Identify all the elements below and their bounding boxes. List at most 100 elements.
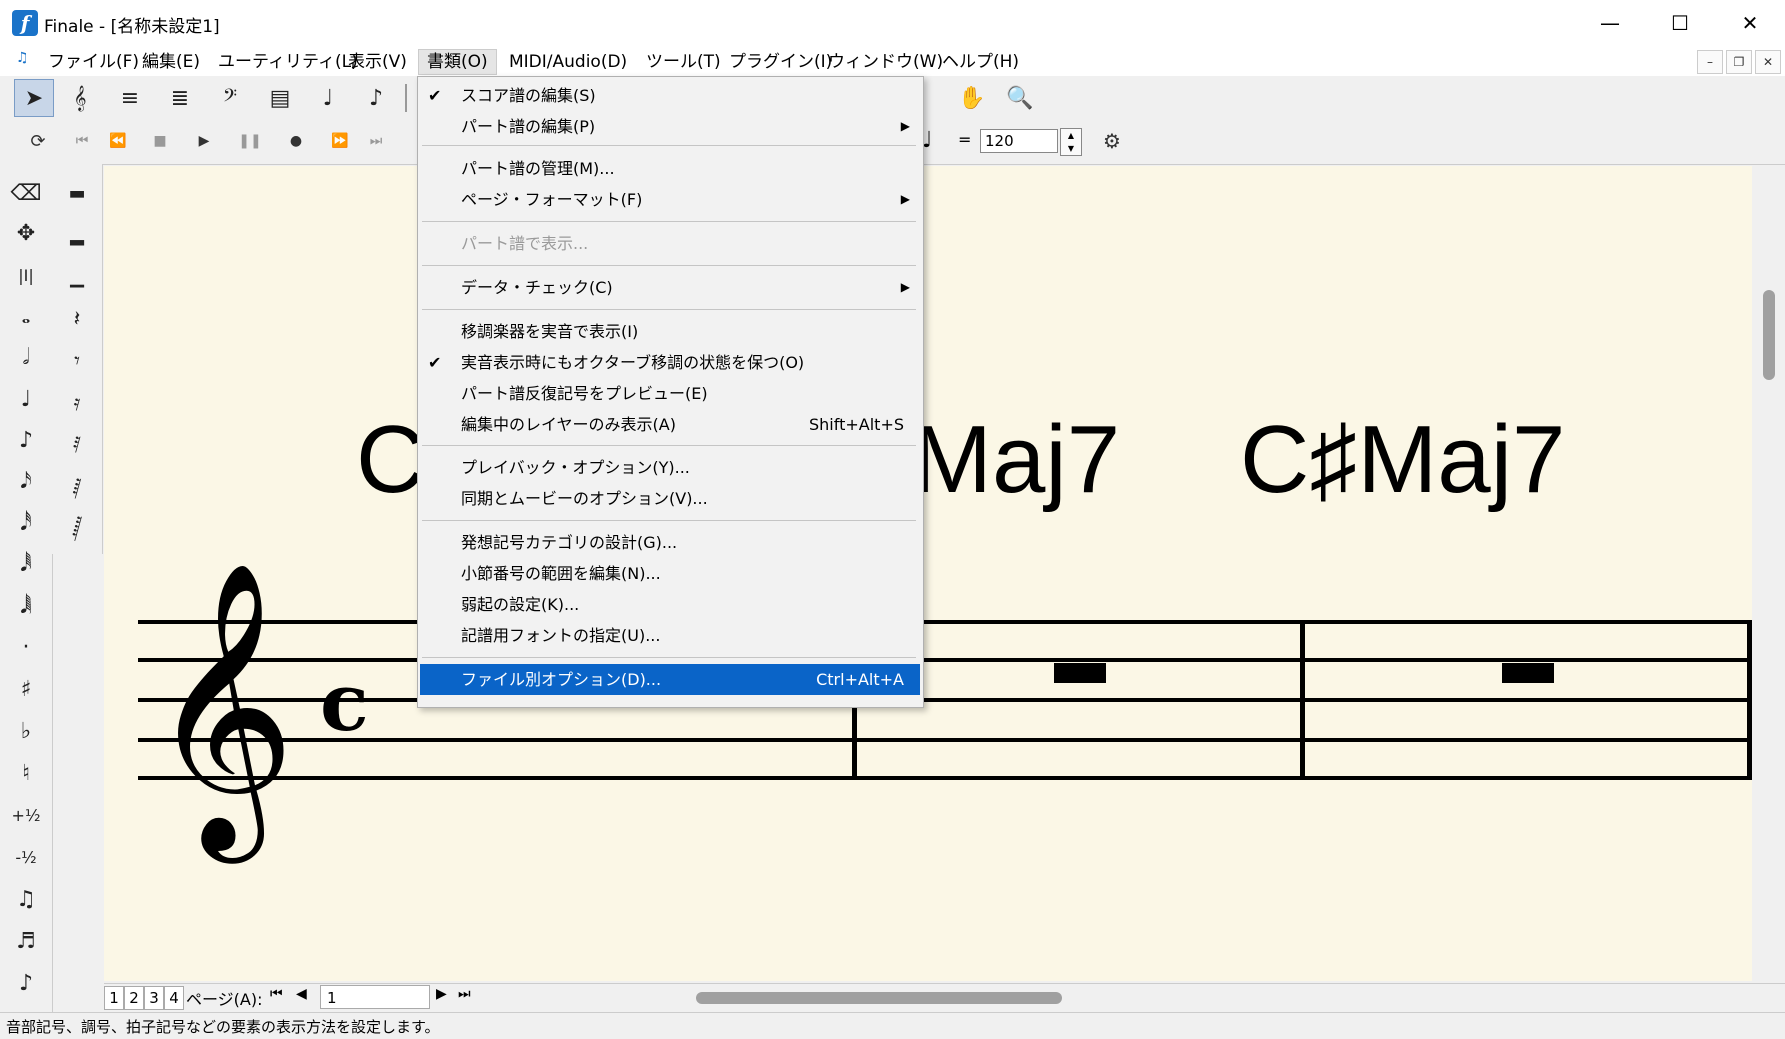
flat-icon[interactable]: ♭ <box>4 712 48 750</box>
64th-note-icon[interactable]: 𝅘𝅥𝅱 <box>4 545 48 583</box>
hand-grabber-tool-icon[interactable]: ✋ <box>952 79 992 117</box>
tempo-spinner[interactable]: ▲ ▼ <box>1060 128 1082 156</box>
dot-icon[interactable]: · <box>4 628 48 666</box>
menu-item-document-options[interactable]: ファイル別オプション(D)... Ctrl+Alt+A <box>420 664 920 695</box>
simple-entry-tool-icon[interactable]: ♩ <box>308 79 348 117</box>
menu-file[interactable]: ファイル(F) <box>40 50 147 74</box>
rewind-start-icon[interactable]: ⏮ <box>66 124 98 158</box>
whole-note-icon[interactable]: 𝅝 <box>4 297 48 335</box>
play-icon[interactable]: ▶ <box>188 124 220 158</box>
first-page-icon[interactable]: ⏮ <box>270 986 283 1002</box>
staff-tool-icon[interactable]: 𝄞 <box>60 79 100 117</box>
minimize-button[interactable]: — <box>1575 0 1645 46</box>
natural-icon[interactable]: ♮ <box>4 754 48 792</box>
record-icon[interactable]: ● <box>280 124 312 158</box>
rewind-icon[interactable]: ⏪ <box>102 124 134 158</box>
half-note-icon[interactable]: 𝅗𝅥 <box>4 338 48 376</box>
sharp-icon[interactable]: ♯ <box>4 670 48 708</box>
menu-midi-audio[interactable]: MIDI/Audio(D) <box>501 50 635 74</box>
menu-help[interactable]: ヘルプ(H) <box>934 50 1027 74</box>
fast-forward-icon[interactable]: ⏩ <box>324 124 356 158</box>
sixteenth-note-icon[interactable]: 𝅘𝅥𝅯 <box>4 462 48 500</box>
page-tab-1[interactable]: 1 <box>104 986 124 1010</box>
tempo-input[interactable]: 120 <box>980 129 1058 153</box>
eighth-note-icon[interactable]: ♪ <box>4 421 48 459</box>
document-icon[interactable]: ♫ <box>16 50 36 70</box>
barline-2[interactable] <box>1300 620 1305 780</box>
time-signature-common[interactable]: c <box>320 652 369 752</box>
stop-icon[interactable]: ■ <box>144 124 176 158</box>
page-tab-3[interactable]: 3 <box>144 986 164 1010</box>
half-rest-icon[interactable]: ▂ <box>55 216 99 254</box>
menu-item-page-format[interactable]: ページ・フォーマット(F) ▶ <box>420 184 920 215</box>
mdi-restore-button[interactable]: ❐ <box>1726 50 1752 74</box>
menu-document[interactable]: 書類(O) <box>418 49 497 75</box>
barline-end[interactable] <box>1747 620 1752 780</box>
64th-rest-icon[interactable]: 𝅁 <box>55 468 99 506</box>
128th-note-icon[interactable]: 𝅘𝅥𝅲 <box>4 587 48 625</box>
menu-item-edit-measure-number-regions[interactable]: 小節番号の範囲を編集(N)... <box>420 558 920 589</box>
chord-symbol-1[interactable]: C <box>356 405 425 515</box>
chord-symbol-2[interactable]: Maj7 <box>912 405 1120 515</box>
eraser-icon[interactable]: ⌫ <box>4 174 48 212</box>
page-tab-2[interactable]: 2 <box>124 986 144 1010</box>
key-signature-tool-icon[interactable]: ≡ <box>110 79 150 117</box>
menu-item-playback-options[interactable]: プレイバック・オプション(Y)... <box>420 452 920 483</box>
clef-tool-icon[interactable]: 𝄢 <box>210 79 250 117</box>
vertical-scrollbar[interactable] <box>1754 166 1785 981</box>
tie-icon[interactable]: ♫ <box>4 880 48 918</box>
vertical-scroll-thumb[interactable] <box>1763 290 1775 380</box>
move-icon[interactable]: ✥ <box>4 214 48 252</box>
menu-window[interactable]: ウィンドウ(W) <box>820 50 951 74</box>
measure-tool-icon[interactable]: ▤ <box>260 79 300 117</box>
menu-item-set-default-music-font[interactable]: 記譜用フォントの指定(U)... <box>420 620 920 651</box>
loop-icon[interactable]: ⟳ <box>22 124 54 158</box>
speedy-entry-tool-icon[interactable]: ♪ <box>356 79 396 117</box>
score-canvas[interactable] <box>104 166 1752 981</box>
menu-item-display-concert-pitch[interactable]: 移調楽器を実音で表示(I) <box>420 316 920 347</box>
menu-item-sync-movie-options[interactable]: 同期とムービーのオプション(V)... <box>420 483 920 514</box>
whole-rest-measure-2[interactable] <box>1054 663 1106 683</box>
pause-icon[interactable]: ❚❚ <box>234 124 266 158</box>
page-number-input[interactable]: 1 <box>320 985 430 1009</box>
double-whole-rest-icon[interactable]: ▁ <box>55 258 99 296</box>
close-button[interactable]: ✕ <box>1715 0 1785 46</box>
32nd-note-icon[interactable]: 𝅘𝅥𝅰 <box>4 504 48 542</box>
eighth-rest-icon[interactable]: 𝄾 <box>55 342 99 380</box>
128th-rest-icon[interactable]: 𝅂 <box>55 510 99 548</box>
maximize-button[interactable]: ☐ <box>1645 0 1715 46</box>
menu-item-preview-part-repeats[interactable]: パート譜反復記号をプレビュー(E) <box>420 378 920 409</box>
whole-rest-measure-3[interactable] <box>1502 663 1554 683</box>
menu-item-keep-octave-transposition[interactable]: ✔ 実音表示時にもオクターブ移調の状態を保つ(O) <box>420 347 920 378</box>
chord-symbol-3[interactable]: C♯Maj7 <box>1240 405 1565 515</box>
menu-item-expression-categories[interactable]: 発想記号カテゴリの設計(G)... <box>420 527 920 558</box>
treble-clef[interactable]: 𝄞 <box>148 540 296 870</box>
menu-item-data-check[interactable]: データ・チェック(C) ▶ <box>420 272 920 303</box>
forward-end-icon[interactable]: ⏭ <box>360 124 392 158</box>
zoom-tool-icon[interactable]: 🔍 <box>1000 79 1040 117</box>
tuplet-icon[interactable]: ♬ <box>4 922 48 960</box>
menu-item-manage-parts[interactable]: パート譜の管理(M)... <box>420 153 920 184</box>
menu-tools[interactable]: ツール(T) <box>638 50 729 74</box>
time-signature-tool-icon[interactable]: ≣ <box>160 79 200 117</box>
mdi-minimize-button[interactable]: – <box>1697 50 1723 74</box>
selection-tool-icon[interactable]: ➤ <box>14 79 54 117</box>
half-step-up-icon[interactable]: +½ <box>4 796 48 834</box>
playback-settings-gear-icon[interactable]: ⚙ <box>1096 124 1128 158</box>
quarter-rest-icon[interactable]: 𝄽 <box>55 300 99 338</box>
32nd-rest-icon[interactable]: 𝅀 <box>55 426 99 464</box>
multimeasure-icon[interactable]: |Ⅰ| <box>4 256 48 294</box>
horizontal-scroll-thumb[interactable] <box>696 992 1062 1004</box>
next-page-icon[interactable]: ▶ <box>436 986 447 1002</box>
mdi-close-button[interactable]: ✕ <box>1755 50 1781 74</box>
whole-rest-icon[interactable]: ▬ <box>55 174 99 212</box>
page-tab-4[interactable]: 4 <box>164 986 184 1010</box>
quarter-note-icon[interactable]: ♩ <box>4 380 48 418</box>
menu-item-pickup-measure[interactable]: 弱起の設定(K)... <box>420 589 920 620</box>
half-step-down-icon[interactable]: -½ <box>4 838 48 876</box>
prev-page-icon[interactable]: ◀ <box>296 986 307 1002</box>
menu-item-edit-score[interactable]: ✔ スコア譜の編集(S) <box>420 80 920 111</box>
menu-view[interactable]: 表示(V) <box>340 50 415 74</box>
menu-item-edit-part[interactable]: パート譜の編集(P) ▶ <box>420 111 920 142</box>
menu-edit[interactable]: 編集(E) <box>134 50 208 74</box>
